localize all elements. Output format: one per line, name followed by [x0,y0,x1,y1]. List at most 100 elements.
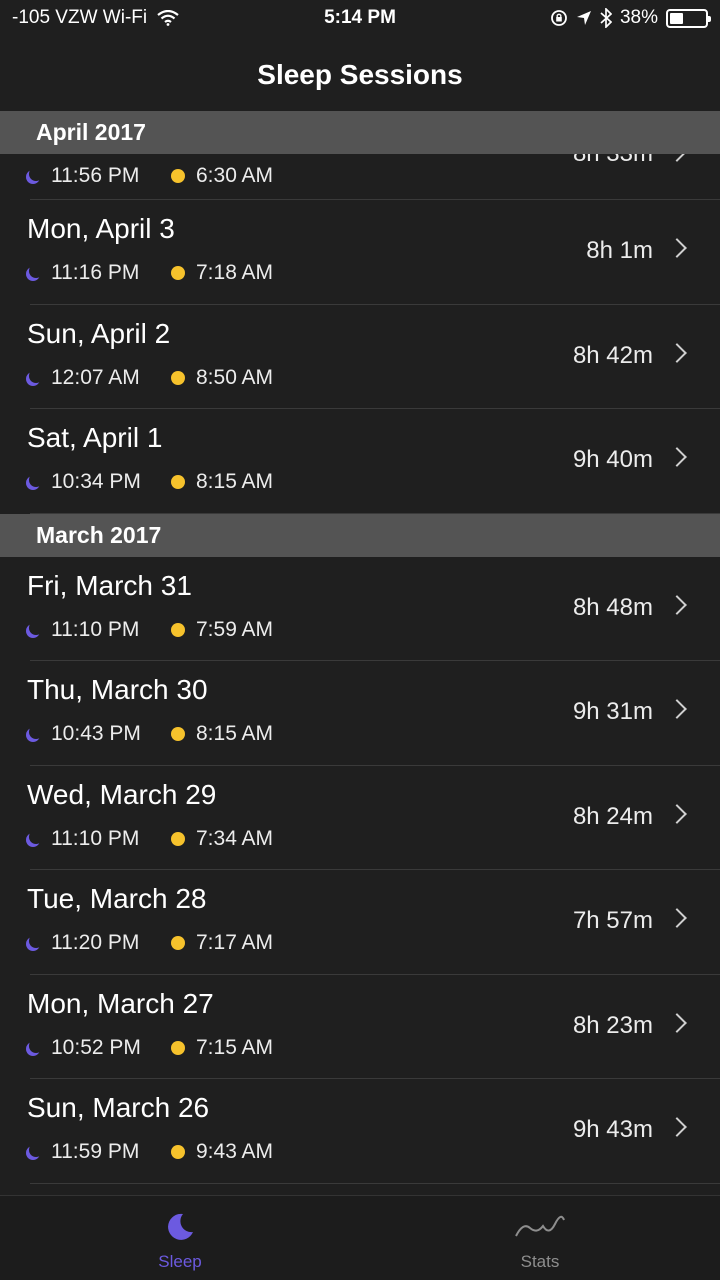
chevron-right-icon [667,1117,687,1137]
bluetooth-icon [600,8,612,28]
session-row[interactable]: Mon, March 27 10:52 PM 7:15 AM 8h 23m [0,975,720,1080]
session-row[interactable]: Mon, April 3 11:16 PM 7:18 AM 8h 1m [0,200,720,305]
session-row[interactable]: Sun, March 26 11:59 PM 9:43 AM 9h 43m [0,1079,720,1184]
tab-sleep-label: Sleep [158,1252,202,1271]
bedtime-label: 11:16 PM [51,261,140,284]
sun-icon [171,831,185,846]
session-row[interactable]: Sat, April 1 10:34 PM 8:15 AM 9h 40m [0,409,720,514]
moon-icon [29,1143,43,1157]
chevron-right-icon [667,1012,687,1033]
bedtime-label: 11:10 PM [51,826,140,850]
session-times: 11:56 PM 6:30 AM [26,164,273,188]
session-row[interactable]: Tue, March 28 11:20 PM 7:17 AM 7h 57m [0,870,720,975]
chevron-right-icon [667,447,687,467]
moon-icon [29,621,43,635]
moon-icon [29,934,43,948]
status-right: 38% [550,7,711,29]
sun-icon [171,475,185,489]
session-date: Sun, March 26 [27,1092,210,1123]
location-icon [576,11,591,25]
wake-label: 7:15 AM [196,1035,274,1059]
battery-fill [670,12,683,24]
section-header-march-2017: March 2017 [0,513,720,557]
chevron-right-icon [667,238,687,258]
session-times: 11:59 PM 9:43 AM [26,1140,273,1164]
duration-label: 7h 57m [572,907,653,934]
moon-icon [29,1039,43,1053]
session-date: Tue, March 28 [27,883,207,914]
battery-icon [666,8,711,28]
bedtime-label: 12:07 AM [51,365,140,389]
moon-icon [29,830,43,844]
duration-label: 9h 43m [572,1116,653,1143]
moon-icon [168,1213,193,1240]
wake-label: 8:50 AM [196,365,274,389]
duration-label: 9h 40m [572,446,653,473]
sun-icon [171,936,185,950]
session-row[interactable]: Wed, March 29 11:10 PM 7:34 AM 8h 24m [0,766,720,871]
sun-icon [171,1145,185,1159]
tab-bar: Sleep Stats [0,1195,720,1280]
bedtime-label: 11:59 PM [51,1140,140,1163]
chevron-right-icon [667,699,687,719]
duration-label: 8h 42m [572,341,653,369]
tab-stats-label: Stats [520,1252,560,1271]
session-times: 10:34 PM 8:15 AM [26,470,273,494]
section-header-april-2017: April 2017 [0,111,720,154]
duration-label: 8h 1m [586,237,653,264]
moon-icon [29,473,43,487]
battery-tip [708,15,711,22]
moon-icon [29,369,43,383]
rotation-lock-icon [551,10,567,26]
session-times: 10:52 PM 7:15 AM [26,1036,273,1060]
wake-label: 9:43 AM [196,1140,274,1163]
session-times: 11:10 PM 7:34 AM [26,827,273,851]
duration-label: 8h 23m [572,1011,653,1039]
duration-label: 8h 48m [572,593,653,621]
bedtime-label: 10:34 PM [51,470,141,493]
wake-label: 8:15 AM [196,722,274,745]
wake-label: 6:30 AM [196,164,274,187]
duration-label: 8h 24m [572,802,653,830]
wake-label: 7:18 AM [196,261,274,284]
session-times: 10:43 PM 8:15 AM [26,722,273,746]
chevron-right-icon [667,342,687,363]
duration-label: 9h 31m [572,698,653,725]
sun-icon [171,727,185,741]
tab-stats[interactable]: Stats [360,1196,720,1280]
chart-line-icon [515,1215,565,1237]
tab-sleep[interactable]: Sleep [0,1196,360,1280]
sun-icon [171,266,185,280]
moon-icon [29,725,43,739]
sun-icon [171,1040,185,1055]
bedtime-label: 10:43 PM [51,722,141,745]
session-row[interactable]: Thu, March 30 10:43 PM 8:15 AM 9h 31m [0,661,720,766]
bedtime-label: 11:56 PM [51,164,140,187]
wake-label: 7:34 AM [196,826,274,850]
sleep-sessions-list[interactable]: April 2017 11:56 PM 6:30 AM 8h 33m Mon, … [0,111,720,1195]
session-times: 11:10 PM 7:59 AM [26,618,273,642]
bedtime-label: 10:52 PM [51,1035,141,1059]
page-title: Sleep Sessions [257,58,463,90]
chevron-right-icon [667,908,687,928]
session-row-partial[interactable]: 11:56 PM 6:30 AM 8h 33m [0,140,720,200]
session-date: Sun, April 2 [27,317,171,349]
sun-icon [171,169,185,183]
session-row[interactable]: Sun, April 2 12:07 AM 8:50 AM 8h 42m [0,305,720,410]
session-date: Mon, March 27 [27,987,214,1019]
wake-label: 7:17 AM [196,931,274,954]
session-date: Sat, April 1 [27,422,163,453]
chevron-right-icon [667,803,687,824]
session-date: Mon, April 3 [27,213,175,244]
sun-icon [171,370,185,385]
battery-percent: 38% [619,7,658,28]
session-times: 11:20 PM 7:17 AM [26,931,273,955]
bedtime-label: 11:20 PM [51,931,140,954]
session-times: 11:16 PM 7:18 AM [26,261,273,285]
nav-bar: Sleep Sessions [0,38,720,111]
session-date: Fri, March 31 [27,569,192,601]
session-row[interactable]: Fri, March 31 11:10 PM 7:59 AM 8h 48m [0,557,720,662]
wake-label: 7:59 AM [196,617,274,641]
chevron-right-icon [667,594,687,615]
moon-icon [29,167,43,181]
